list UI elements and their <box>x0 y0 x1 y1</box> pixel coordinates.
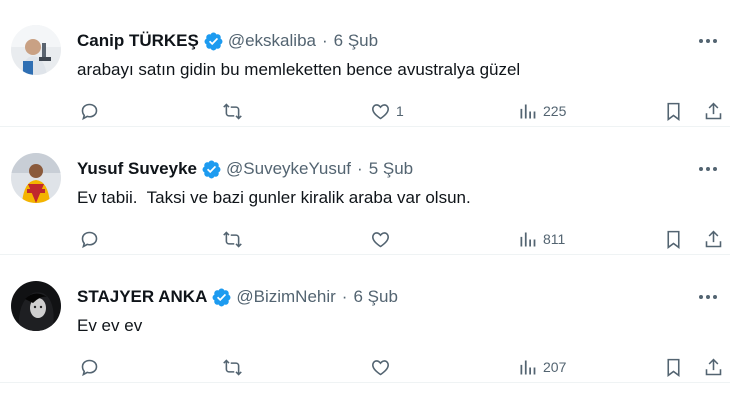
author-name[interactable]: Canip TÜRKEŞ <box>77 31 199 51</box>
share-button[interactable] <box>703 99 724 123</box>
tweet-date[interactable]: 5 Şub <box>369 159 413 179</box>
separator-dot: · <box>357 159 363 178</box>
person-in-jersey-avatar <box>11 153 61 203</box>
separator-dot: · <box>321 31 328 50</box>
like-button[interactable]: 1 <box>370 99 404 123</box>
more-dots-icon <box>699 39 717 43</box>
reply-icon <box>81 359 98 376</box>
reply-icon <box>81 103 98 120</box>
heart-icon <box>372 103 389 119</box>
views-button[interactable]: 207 <box>517 355 566 379</box>
repost-button[interactable] <box>222 355 243 379</box>
person-with-microscope-avatar <box>11 25 61 75</box>
tweet-item[interactable]: Canip TÜRKEŞ @ekskaliba · 6 Şub arabayı … <box>0 0 730 127</box>
tweet-header: Yusuf Suveyke @SuveykeYusuf · 5 Şub <box>77 158 413 180</box>
like-button[interactable] <box>370 227 396 251</box>
verified-badge-icon <box>204 32 223 50</box>
author-handle[interactable]: @ekskaliba <box>228 31 316 51</box>
repost-button[interactable] <box>222 227 243 251</box>
views-chart-icon <box>520 104 536 118</box>
tweet-item[interactable]: Yusuf Suveyke @SuveykeYusuf · 5 Şub Ev t… <box>0 128 730 255</box>
tweet-text: Ev tabii. Taksi ve bazi gunler kiralik a… <box>77 188 471 207</box>
repost-icon <box>223 102 242 120</box>
reply-icon <box>81 231 98 248</box>
avatar[interactable] <box>11 153 61 203</box>
bookmark-icon <box>667 102 680 121</box>
views-button[interactable]: 225 <box>517 99 566 123</box>
views-chart-icon <box>520 232 536 246</box>
tweet-text: Ev ev ev <box>77 316 143 335</box>
tweet-feed: Canip TÜRKEŞ @ekskaliba · 6 Şub arabayı … <box>0 0 730 420</box>
views-chart-icon <box>520 360 536 374</box>
reply-button[interactable] <box>79 99 100 123</box>
verified-badge-icon <box>202 160 221 178</box>
tweet-date[interactable]: 6 Şub <box>353 287 397 307</box>
share-icon <box>705 358 722 375</box>
more-options-button[interactable] <box>696 158 720 180</box>
verified-badge-icon <box>212 288 231 306</box>
bookmark-icon <box>667 230 680 249</box>
more-options-button[interactable] <box>696 30 720 52</box>
heart-icon <box>372 231 389 247</box>
author-handle[interactable]: @BizimNehir <box>236 287 335 307</box>
bookmark-button[interactable] <box>663 227 684 251</box>
tweet-text: arabayı satın gidin bu memleketten bence… <box>77 60 521 79</box>
tweet-item[interactable]: STAJYER ANKA @BizimNehir · 6 Şub Ev ev e… <box>0 256 730 383</box>
like-button[interactable] <box>370 355 396 379</box>
share-button[interactable] <box>703 355 724 379</box>
bookmark-button[interactable] <box>663 99 684 123</box>
views-button[interactable]: 811 <box>517 227 565 251</box>
view-count: 811 <box>543 231 566 247</box>
repost-button[interactable] <box>222 99 243 123</box>
author-name[interactable]: STAJYER ANKA <box>77 287 207 307</box>
more-options-button[interactable] <box>696 286 720 308</box>
share-icon <box>705 102 722 119</box>
more-dots-icon <box>699 167 717 171</box>
dark-portrait-avatar <box>11 281 61 331</box>
bookmark-button[interactable] <box>663 355 684 379</box>
author-handle[interactable]: @SuveykeYusuf <box>226 159 351 179</box>
separator-dot: · <box>341 287 348 306</box>
reply-button[interactable] <box>79 227 100 251</box>
tweet-header: Canip TÜRKEŞ @ekskaliba · 6 Şub <box>77 30 378 52</box>
tweet-date[interactable]: 6 Şub <box>334 31 378 51</box>
share-button[interactable] <box>703 227 724 251</box>
repost-icon <box>223 230 242 248</box>
reply-button[interactable] <box>79 355 100 379</box>
author-name[interactable]: Yusuf Suveyke <box>77 159 197 179</box>
view-count: 225 <box>543 103 567 119</box>
share-icon <box>705 230 722 247</box>
avatar[interactable] <box>11 281 61 331</box>
repost-icon <box>223 358 242 376</box>
like-count: 1 <box>396 103 404 119</box>
bookmark-icon <box>667 358 680 377</box>
view-count: 207 <box>543 359 567 375</box>
heart-icon <box>372 359 389 375</box>
avatar[interactable] <box>11 25 61 75</box>
tweet-header: STAJYER ANKA @BizimNehir · 6 Şub <box>77 286 398 308</box>
more-dots-icon <box>699 295 717 299</box>
